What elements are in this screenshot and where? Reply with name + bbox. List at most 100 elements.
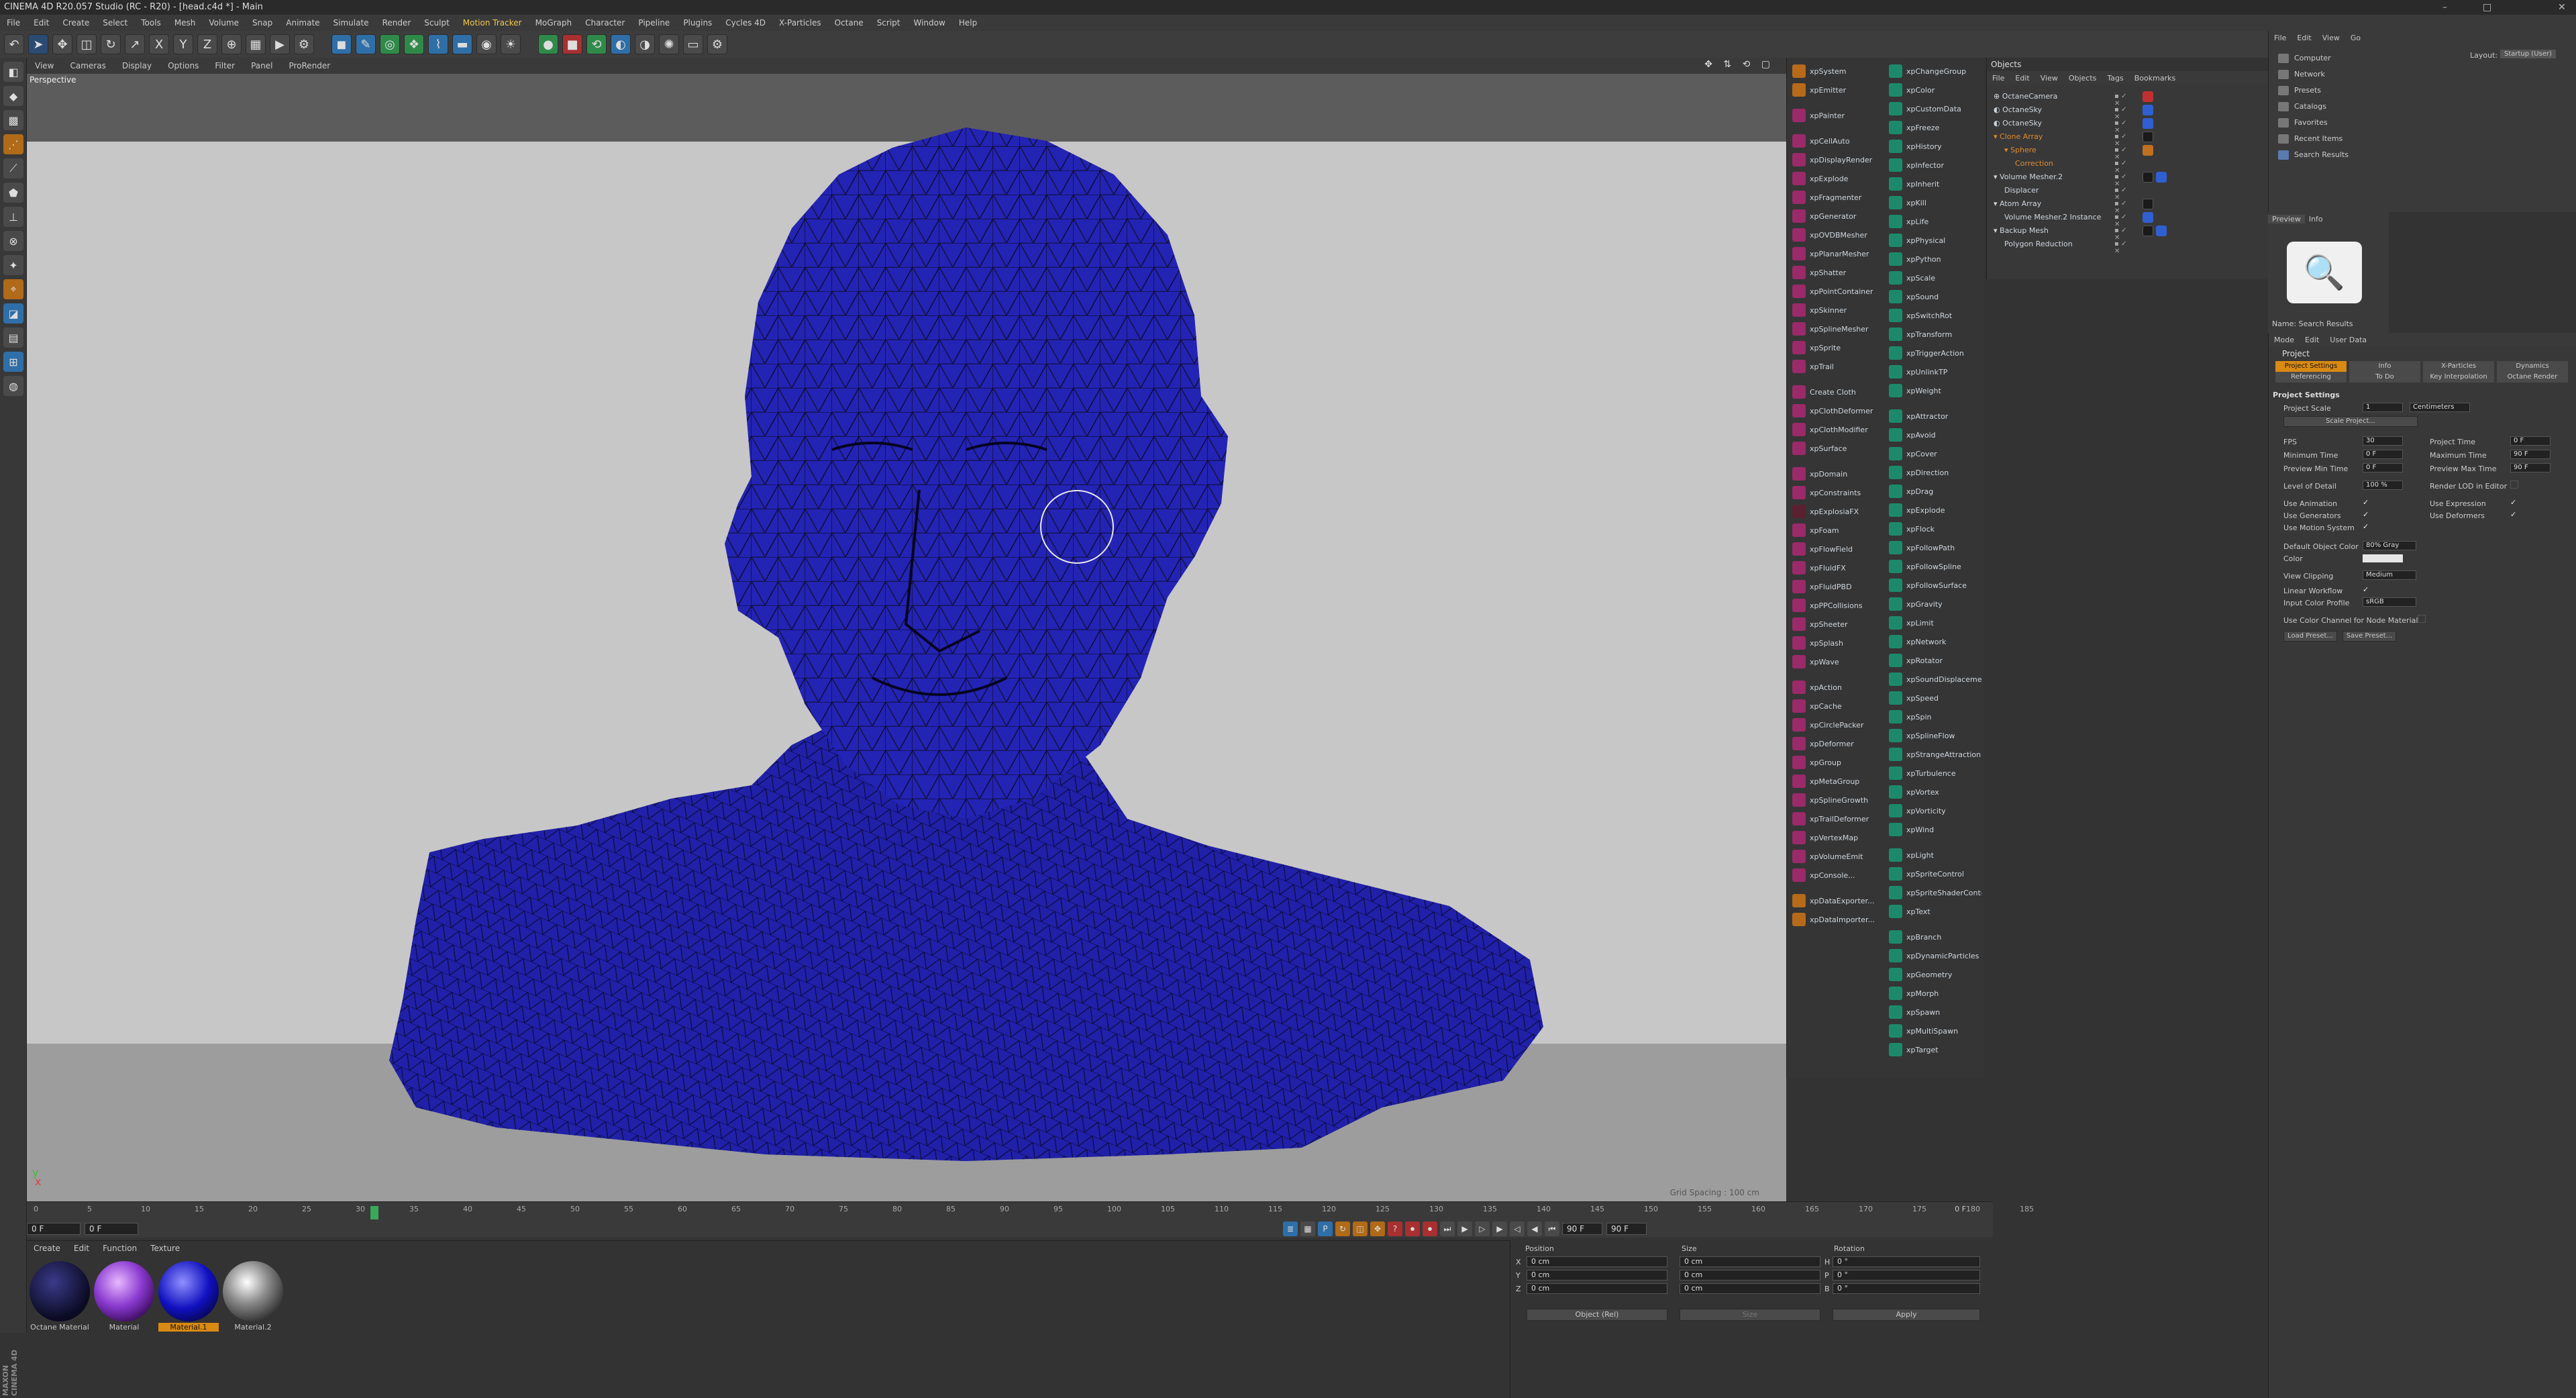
object-tag-icon[interactable] [2143,145,2153,156]
menu-x-particles[interactable]: X-Particles [772,18,828,28]
record-icon[interactable]: ⏺ [1423,1221,1437,1236]
prev-frame-icon[interactable]: ◁ [1510,1221,1525,1236]
menu-animate[interactable]: Animate [279,18,326,28]
octane-sun-icon[interactable]: ✺ [659,34,679,54]
deformer-icon[interactable]: ⌇ [428,34,448,54]
xp-item-xpmorph[interactable]: xpMorph [1886,984,1981,1003]
xp-item-xpfluidfx[interactable]: xpFluidFX [1790,558,1885,577]
content-item-catalogs[interactable]: Catalogs [2278,102,2326,111]
xp-item-create-cloth[interactable]: Create Cloth [1790,383,1885,401]
content-item-search-results[interactable]: Search Results [2278,150,2349,160]
object-visibility-dots[interactable]: ▪ ✓ ✕ [2114,200,2132,215]
object-row[interactable]: ▾ Clone Array [1994,130,2043,144]
use-deformers-checkbox[interactable]: ✓ [2510,510,2516,519]
end-frame-field[interactable]: 90 F [1562,1223,1602,1235]
viewport-menu-prorender[interactable]: ProRender [280,61,338,70]
xp-item-xpdrag[interactable]: xpDrag [1886,482,1981,501]
z-axis-icon[interactable]: Z [197,34,217,54]
xp-item-xpweight[interactable]: xpWeight [1886,381,1981,400]
tab-referencing[interactable]: Referencing [2275,372,2347,383]
xp-item-xpaction[interactable]: xpAction [1790,678,1885,697]
menu-snap[interactable]: Snap [246,18,279,28]
rot-key-icon[interactable]: ↻ [1335,1221,1350,1236]
load-preset-button[interactable]: Load Preset... [2283,631,2337,642]
material-thumb[interactable]: Material [94,1261,154,1332]
xp-item-xpsound[interactable]: xpSound [1886,287,1981,306]
xp-item-xpchangegroup[interactable]: xpChangeGroup [1886,62,1981,81]
octane-settings-icon[interactable]: ⚙ [707,34,727,54]
xp-item-xpexplode[interactable]: xpExplode [1886,501,1981,519]
object-menu-bookmarks[interactable]: Bookmarks [2129,74,2181,83]
content-menu-view[interactable]: View [2317,34,2345,42]
light-icon[interactable]: ☀ [501,34,521,54]
start-frame-field[interactable]: 0 F [27,1223,81,1235]
xp-item-xpflock[interactable]: xpFlock [1886,519,1981,538]
use-color-channel-checkbox[interactable] [2418,615,2426,623]
xp-item-xpsheeter[interactable]: xpSheeter [1790,615,1885,634]
xp-item-xppython[interactable]: xpPython [1886,250,1981,268]
material-menu-create[interactable]: Create [27,1244,67,1253]
xp-item-xppainter[interactable]: xpPainter [1790,106,1885,125]
xp-item-xpinfector[interactable]: xpInfector [1886,156,1981,174]
xp-item-xpdynamicparticles[interactable]: xpDynamicParticles [1886,946,1981,965]
xp-item-xpflowfield[interactable]: xpFlowField [1790,540,1885,558]
object-visibility-dots[interactable]: ▪ ✓ ✕ [2114,93,2132,107]
content-item-presets[interactable]: Presets [2278,86,2321,95]
render-view-icon[interactable]: ▶ [270,34,290,54]
make-editable-icon[interactable]: ◧ [3,62,23,82]
lod-field[interactable]: 100 % [2363,481,2403,490]
xp-item-xpspin[interactable]: xpSpin [1886,707,1981,726]
autokey-icon[interactable]: ⏺ [1405,1221,1420,1236]
param-key-icon[interactable]: P [1318,1221,1333,1236]
xp-item-xphistory[interactable]: xpHistory [1886,137,1981,156]
render-lod-checkbox[interactable] [2510,481,2518,489]
material-menu-edit[interactable]: Edit [67,1244,96,1253]
enable-axis-icon[interactable]: ⊗ [3,231,23,251]
max-frame-field[interactable]: 90 F [1606,1223,1647,1235]
xp-item-xpsplinemesher[interactable]: xpSplineMesher [1790,319,1885,338]
xp-item-xpcache[interactable]: xpCache [1790,697,1885,715]
undo-icon[interactable]: ↶ [4,34,24,54]
points-mode-icon[interactable]: ⋰ [3,134,23,154]
object-row[interactable]: Volume Mesher.2 Instance [2004,211,2101,224]
xp-item-xpgeometry[interactable]: xpGeometry [1886,965,1981,984]
xp-item-xpclothdeformer[interactable]: xpClothDeformer [1790,401,1885,420]
object-row[interactable]: ◐ OctaneSky [1994,103,2042,117]
octane-live-icon[interactable]: ● [538,34,558,54]
render-settings-icon[interactable]: ⚙ [294,34,314,54]
coord-mode-dropdown[interactable]: Object (Rel) [1527,1309,1667,1321]
object-menu-objects[interactable]: Objects [2063,74,2102,83]
xp-item-xpclothmodifier[interactable]: xpClothModifier [1790,420,1885,439]
xp-item-xpfollowsurface[interactable]: xpFollowSurface [1886,576,1981,595]
scale-project-button[interactable]: Scale Project... [2283,416,2418,427]
xp-item-xpbranch[interactable]: xpBranch [1886,928,1981,946]
tab-to-do[interactable]: To Do [2349,372,2420,383]
object-visibility-dots[interactable]: ▪ ✓ ✕ [2114,133,2132,148]
content-item-computer[interactable]: Computer [2278,54,2331,63]
cube-icon[interactable]: ◼ [331,34,352,54]
xp-item-xpgravity[interactable]: xpGravity [1886,595,1981,613]
xp-item-xpsplinegrowth[interactable]: xpSplineGrowth [1790,791,1885,809]
menu-plugins[interactable]: Plugins [676,18,719,28]
object-menu-edit[interactable]: Edit [2010,74,2034,83]
attribute-menu-user-data[interactable]: User Data [2324,336,2372,344]
scale-icon[interactable]: ◫ [76,34,97,54]
object-row[interactable]: Polygon Reduction [2004,238,2073,251]
menu-render[interactable]: Render [376,18,418,28]
xp-item-xpspeed[interactable]: xpSpeed [1886,689,1981,707]
octane-refresh-icon[interactable]: ⟲ [586,34,607,54]
object-visibility-dots[interactable]: ▪ ✓ ✕ [2114,173,2132,188]
menu-window[interactable]: Window [907,18,952,28]
xp-item-xpcolor[interactable]: xpColor [1886,81,1981,99]
object-row[interactable]: ▾ Backup Mesh [1994,224,2049,238]
xp-item-xpppcollisions[interactable]: xpPPCollisions [1790,596,1885,615]
use-animation-checkbox[interactable]: ✓ [2363,498,2369,507]
xp-item-xpsounddisplacement[interactable]: xpSoundDisplacement [1886,670,1981,689]
xp-item-xprotator[interactable]: xpRotator [1886,651,1981,670]
minimize-icon[interactable]: – [2442,0,2447,15]
xp-item-xpsplash[interactable]: xpSplash [1790,634,1885,652]
goto-start-icon[interactable]: ⏮ [1545,1221,1559,1236]
tab-project-settings[interactable]: Project Settings [2275,361,2347,372]
octane-material-icon[interactable]: ◐ [611,34,631,54]
object-menu-file[interactable]: File [1987,74,2010,83]
